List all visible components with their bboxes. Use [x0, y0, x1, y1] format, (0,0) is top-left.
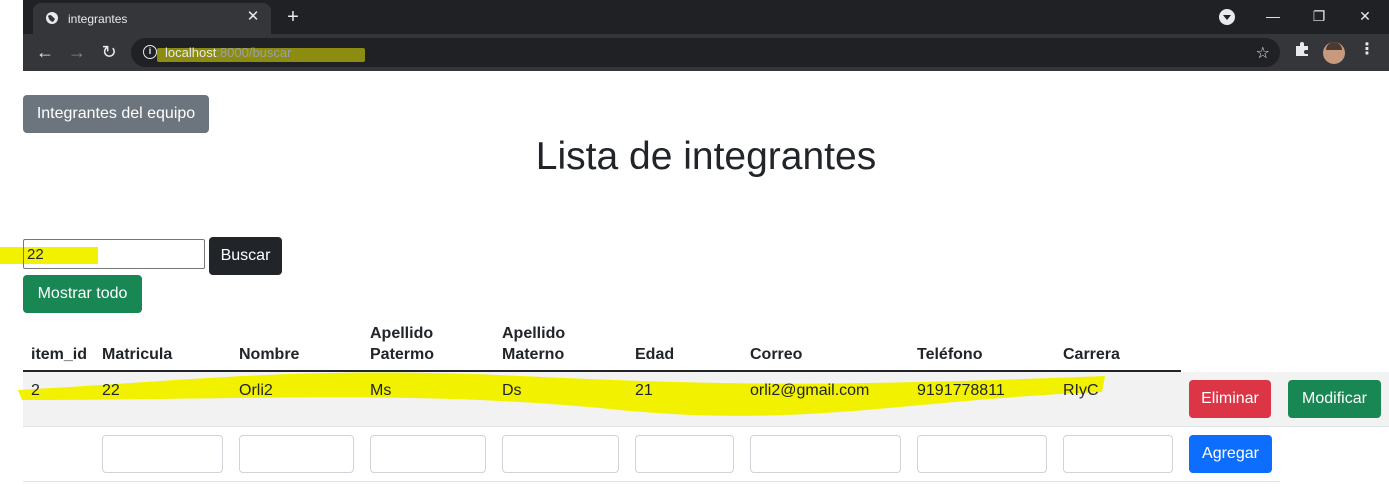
- menu-icon[interactable]: ⋮: [1359, 40, 1375, 60]
- new-apellido-materno-input[interactable]: [502, 435, 619, 473]
- new-nombre-input[interactable]: [239, 435, 354, 473]
- info-icon[interactable]: i: [143, 45, 157, 59]
- browser-window: integrantes ✕ + — ❐ ✕ ← → ↻ i localhost:…: [23, 0, 1389, 71]
- cell-edad: 21: [635, 382, 653, 399]
- cell-item-id: 2: [31, 382, 40, 399]
- page-title: Lista de integrantes: [535, 135, 877, 178]
- new-tab-icon[interactable]: +: [281, 5, 305, 29]
- url-text: localhost:8000/buscar: [165, 45, 292, 60]
- cell-matricula: 22: [102, 382, 120, 399]
- restore-icon[interactable]: ❐: [1304, 4, 1334, 28]
- header-apellido-materno: Apellido Materno: [502, 323, 565, 365]
- reload-icon[interactable]: ↻: [97, 40, 121, 64]
- cell-carrera: RIyC: [1063, 382, 1099, 399]
- bottom-divider: [23, 481, 1280, 482]
- forward-icon[interactable]: →: [65, 40, 89, 64]
- globe-icon: [46, 12, 58, 24]
- header-apellido-paterno-line1: Apellido: [370, 325, 434, 342]
- header-apellido-paterno: Apellido Patermo: [370, 323, 434, 365]
- search-input[interactable]: [23, 239, 205, 269]
- search-button[interactable]: Buscar: [209, 237, 282, 275]
- address-bar[interactable]: i localhost:8000/buscar ☆: [131, 38, 1280, 67]
- close-tab-icon[interactable]: ✕: [243, 7, 263, 27]
- show-all-button[interactable]: Mostrar todo: [23, 275, 142, 313]
- cell-nombre: Orli2: [239, 382, 273, 399]
- bookmark-star-icon[interactable]: ☆: [1256, 43, 1270, 63]
- new-telefono-input[interactable]: [917, 435, 1047, 473]
- new-correo-input[interactable]: [750, 435, 901, 473]
- tab-search-icon[interactable]: [1219, 9, 1235, 25]
- new-edad-input[interactable]: [635, 435, 734, 473]
- cell-apellido-materno: Ds: [502, 382, 522, 399]
- row-divider: [23, 426, 1389, 427]
- new-matricula-input[interactable]: [102, 435, 223, 473]
- browser-tab[interactable]: integrantes ✕: [33, 3, 271, 34]
- delete-button[interactable]: Eliminar: [1189, 380, 1271, 418]
- cell-correo: orli2@gmail.com: [750, 382, 870, 399]
- header-apellido-materno-line1: Apellido: [502, 325, 566, 342]
- modify-button[interactable]: Modificar: [1288, 380, 1381, 418]
- new-apellido-paterno-input[interactable]: [370, 435, 486, 473]
- close-window-icon[interactable]: ✕: [1350, 4, 1380, 28]
- back-icon[interactable]: ←: [33, 40, 57, 64]
- cell-telefono: 9191778811: [917, 382, 1005, 399]
- add-button[interactable]: Agregar: [1189, 435, 1272, 473]
- tab-title: integrantes: [68, 12, 128, 26]
- team-members-button[interactable]: Integrantes del equipo: [23, 95, 209, 133]
- profile-avatar[interactable]: [1323, 42, 1345, 64]
- cell-apellido-paterno: Ms: [370, 382, 392, 399]
- browser-toolbar: ← → ↻ i localhost:8000/buscar ☆: [23, 34, 1389, 71]
- tab-strip: integrantes ✕ + — ❐ ✕: [23, 0, 1389, 34]
- minimize-icon[interactable]: —: [1258, 4, 1288, 28]
- extensions-icon[interactable]: [1293, 40, 1311, 58]
- new-carrera-input[interactable]: [1063, 435, 1173, 473]
